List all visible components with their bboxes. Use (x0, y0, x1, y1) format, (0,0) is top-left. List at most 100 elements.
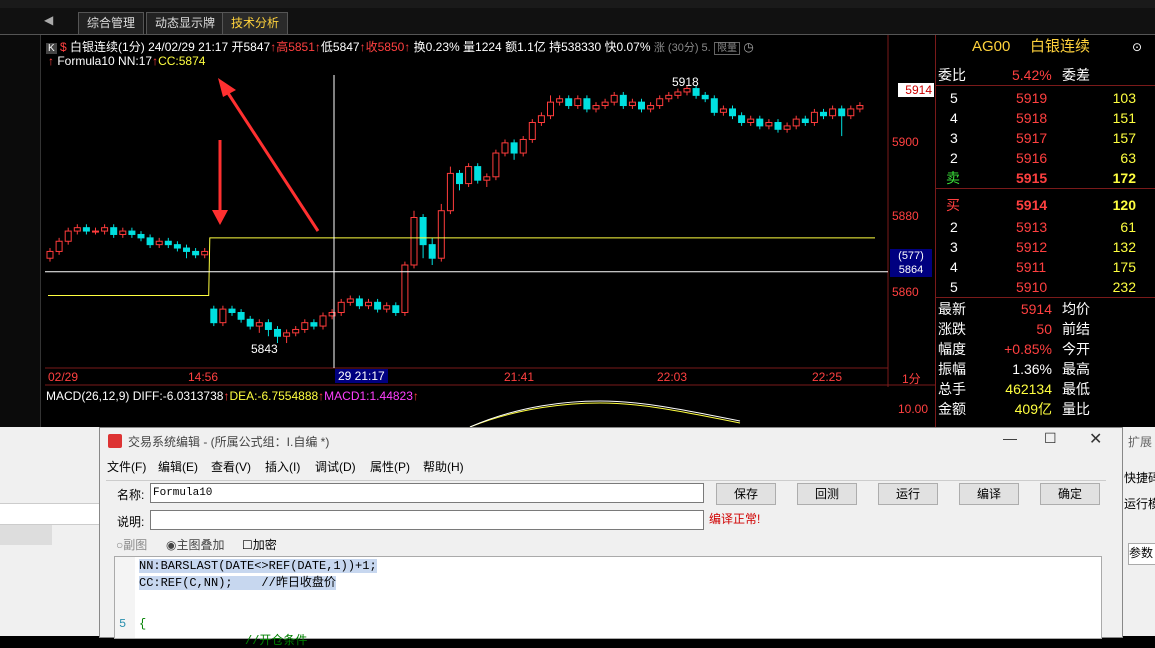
settings-icon[interactable]: ⊙ (1132, 37, 1142, 57)
candle-body[interactable] (46, 250, 54, 259)
ask-row-1[interactable]: 卖 5915 172 (936, 168, 1155, 189)
run-button[interactable]: 运行 (878, 483, 938, 505)
candle-body[interactable] (119, 230, 127, 235)
maximize-icon[interactable]: ☐ (1044, 430, 1057, 447)
bid-row-4[interactable]: 4 5911 175 (936, 257, 1155, 277)
compile-button[interactable]: 编译 (959, 483, 1019, 505)
candle-body[interactable] (337, 301, 345, 314)
candle-body[interactable] (647, 105, 655, 110)
candle-body[interactable] (201, 250, 209, 256)
candle-body[interactable] (465, 166, 473, 185)
candle-body[interactable] (346, 298, 354, 303)
candle-body[interactable] (701, 94, 709, 100)
candle-body[interactable] (729, 108, 736, 117)
candle-body[interactable] (456, 172, 463, 185)
candle-body[interactable] (274, 328, 281, 337)
candle-body[interactable] (765, 122, 773, 127)
candle-body[interactable] (137, 233, 145, 239)
run-mode-label[interactable]: 运行模 (1124, 495, 1155, 512)
candle-body[interactable] (556, 98, 564, 103)
bid-row-1[interactable]: 买 5914 120 (936, 195, 1155, 215)
encrypt-checkbox[interactable]: ☐加密 (242, 536, 277, 553)
tab-technical-analysis[interactable]: 技术分析 (222, 12, 289, 34)
candle-body[interactable] (365, 301, 372, 307)
bid-row-5[interactable]: 5 5910 232 (936, 277, 1155, 298)
candle-body[interactable] (610, 94, 618, 103)
candle-body[interactable] (501, 142, 509, 154)
candle-body[interactable] (374, 301, 382, 310)
candle-body[interactable] (792, 118, 800, 127)
candle-body[interactable] (92, 230, 99, 233)
candle-body[interactable] (601, 101, 609, 107)
candle-body[interactable] (565, 98, 573, 107)
candle-body[interactable] (82, 227, 90, 232)
candle-body[interactable] (492, 152, 500, 178)
candle-body[interactable] (519, 138, 527, 154)
tab-dynamic-board[interactable]: 动态显示牌 (146, 12, 225, 34)
candle-body[interactable] (155, 240, 163, 246)
kline-chart-panel[interactable]: K $ 白银连续(1分) 24/02/29 21:17 开5847↑高5851↑… (40, 35, 935, 427)
candle-body[interactable] (628, 101, 636, 107)
candle-body[interactable] (219, 308, 227, 324)
menu-view[interactable]: 查看(V) (211, 458, 251, 475)
candle-body[interactable] (683, 88, 691, 93)
menu-help[interactable]: 帮助(H) (423, 458, 464, 475)
candle-body[interactable] (847, 108, 855, 117)
menu-file[interactable]: 文件(F) (107, 458, 146, 475)
candle-body[interactable] (237, 312, 245, 320)
candle-body[interactable] (474, 166, 482, 181)
candle-body[interactable] (55, 240, 63, 252)
tab-scroll-left-icon[interactable]: ◀ (44, 13, 53, 27)
candle-body[interactable] (383, 305, 391, 310)
candle-body[interactable] (592, 105, 600, 110)
code-line-1[interactable]: NN:BARSLAST(DATE<>REF(DATE,1))+1; (139, 559, 377, 573)
candle-body[interactable] (547, 101, 554, 117)
candle-body[interactable] (301, 322, 309, 330)
candle-body[interactable] (528, 122, 536, 140)
candle-body[interactable] (101, 227, 109, 232)
candle-body[interactable] (264, 322, 272, 330)
candle-body[interactable] (783, 125, 791, 130)
save-button[interactable]: 保存 (716, 483, 776, 505)
candle-body[interactable] (355, 298, 363, 307)
candle-body[interactable] (810, 111, 818, 123)
candle-body[interactable] (619, 94, 627, 107)
candle-body[interactable] (446, 172, 454, 212)
tab-comprehensive[interactable]: 综合管理 (78, 12, 145, 34)
candle-body[interactable] (292, 328, 300, 334)
candle-body[interactable] (829, 108, 837, 117)
candle-body[interactable] (656, 98, 664, 107)
candle-body[interactable] (856, 105, 864, 110)
candlestick-svg[interactable] (40, 35, 935, 427)
candle-body[interactable] (246, 318, 254, 327)
candle-body[interactable] (128, 230, 136, 235)
minimize-icon[interactable]: — (1003, 430, 1017, 446)
menu-debug[interactable]: 调试(D) (315, 458, 356, 475)
candle-body[interactable] (283, 332, 291, 337)
quick-code-label[interactable]: 快捷码 (1124, 469, 1155, 486)
candle-body[interactable] (692, 88, 700, 96)
candle-body[interactable] (146, 237, 154, 246)
radio-main-overlay[interactable]: ◉主图叠加 (166, 536, 225, 553)
candle-body[interactable] (674, 91, 682, 96)
candle-body[interactable] (756, 118, 764, 127)
candle-body[interactable] (838, 108, 846, 117)
bid-row-3[interactable]: 3 5912 132 (936, 237, 1155, 257)
menu-properties[interactable]: 属性(P) (370, 458, 410, 475)
candle-body[interactable] (210, 308, 218, 324)
candle-body[interactable] (110, 227, 118, 235)
code-editor[interactable]: NN:BARSLAST(DATE<>REF(DATE,1))+1; CC:REF… (114, 556, 1102, 648)
candle-body[interactable] (192, 250, 200, 256)
ask-row-3[interactable]: 3 5917 157 (936, 128, 1155, 148)
candle-body[interactable] (710, 98, 718, 113)
description-input[interactable] (150, 510, 704, 530)
candle-body[interactable] (228, 308, 236, 314)
candle-body[interactable] (255, 322, 263, 327)
candle-body[interactable] (437, 210, 445, 259)
ask-row-5[interactable]: 5 5919 103 (936, 88, 1155, 108)
candle-body[interactable] (483, 176, 491, 181)
time-unit[interactable]: 1分 (902, 370, 921, 387)
candle-body[interactable] (574, 98, 582, 107)
candle-body[interactable] (510, 142, 518, 154)
candle-body[interactable] (428, 244, 436, 259)
